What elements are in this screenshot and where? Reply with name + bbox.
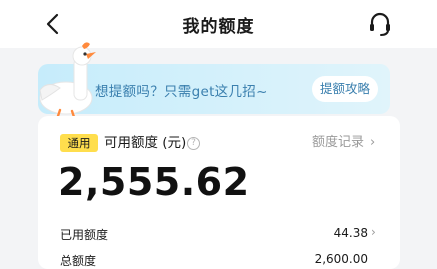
raise-quota-guide-button[interactable]: 提额攻略 xyxy=(312,76,378,102)
promo-banner-text: 想提额吗？只需get这几招~ xyxy=(95,84,268,100)
used-quota-value[interactable]: 44.38 xyxy=(318,226,368,240)
headset-icon[interactable] xyxy=(367,10,393,38)
available-quota-label: 可用额度 (元) xyxy=(104,135,187,151)
total-quota-value: 2,600.00 xyxy=(314,252,368,266)
used-quota-label: 已用额度 xyxy=(60,228,109,242)
chevron-right-icon: › xyxy=(371,225,376,239)
general-badge: 通用 xyxy=(60,134,98,152)
total-quota-label: 总额度 xyxy=(60,254,97,268)
quota-history-link[interactable]: 额度记录 xyxy=(312,134,364,152)
help-icon[interactable]: ? xyxy=(187,137,200,150)
available-amount: 2,555.62 xyxy=(58,160,250,204)
goose-mascot-icon xyxy=(39,42,96,118)
chevron-right-icon: › xyxy=(370,135,376,150)
